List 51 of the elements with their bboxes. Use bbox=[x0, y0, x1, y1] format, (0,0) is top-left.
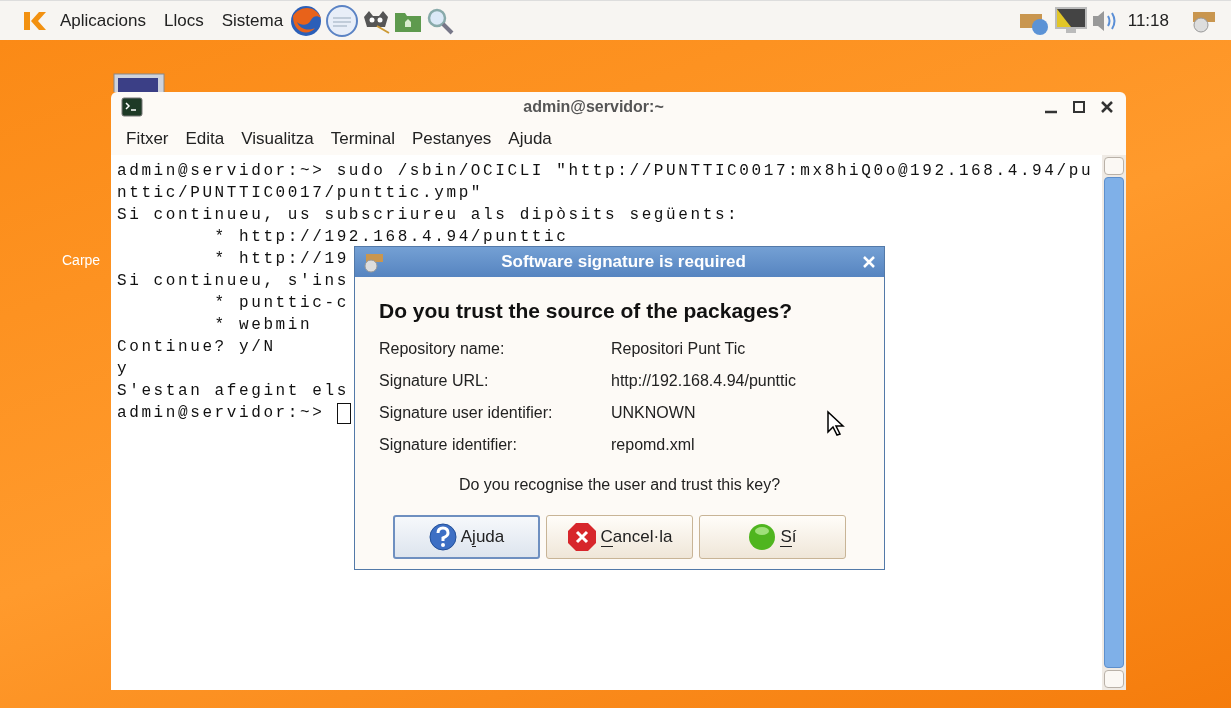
package-disc-icon bbox=[363, 251, 385, 273]
window-title: admin@servidor:~ bbox=[522, 97, 665, 117]
dialog-button[interactable]: Cancel·la bbox=[546, 514, 693, 559]
field-label: Signature identifier: bbox=[379, 434, 517, 455]
field-value: repomd.xml bbox=[611, 434, 695, 455]
terminal-line: admin@servidor:~> bbox=[117, 403, 326, 424]
terminal-line: * http://19 bbox=[213, 249, 349, 270]
menu-item[interactable]: Fitxer bbox=[126, 125, 169, 152]
field-value: http://192.168.4.94/punttic bbox=[611, 370, 797, 391]
k-logo-icon[interactable] bbox=[22, 9, 48, 32]
scrollbar[interactable] bbox=[1102, 155, 1126, 690]
maximize-icon[interactable] bbox=[1072, 100, 1086, 114]
field-value: Repositori Punt Tic bbox=[611, 338, 746, 359]
field-label: Signature URL: bbox=[379, 370, 489, 391]
dialog-button[interactable]: Sí bbox=[699, 514, 846, 559]
menu-item[interactable]: Ajuda bbox=[508, 125, 552, 152]
mouse-pointer-icon bbox=[826, 410, 846, 438]
menu-item[interactable]: Visualitza bbox=[241, 125, 314, 152]
question-icon bbox=[428, 522, 457, 551]
clock[interactable]: 11:18 bbox=[1127, 7, 1169, 34]
panel-menu[interactable]: Aplicacions bbox=[60, 7, 146, 34]
terminal-line: Continue? y/N bbox=[117, 337, 276, 358]
monitor-icon[interactable] bbox=[1053, 5, 1088, 36]
field-label: Signature user identifier: bbox=[379, 402, 553, 423]
close-icon[interactable] bbox=[1100, 100, 1114, 114]
monitor-icon[interactable] bbox=[113, 73, 165, 92]
ball-icon bbox=[748, 522, 777, 551]
terminal-line: S'estan afegint els bbox=[117, 381, 349, 402]
dialog-question: Do you recognise the user and trust this key? bbox=[457, 474, 782, 495]
dialog-heading: Do you trust the source of the packages? bbox=[379, 298, 794, 324]
terminal-icon bbox=[121, 97, 143, 117]
field-label: Repository name: bbox=[379, 338, 505, 359]
terminal-line: * punttic-c bbox=[213, 293, 349, 314]
panel-menu[interactable]: Sistema bbox=[221, 7, 284, 34]
field-value: UNKNOWN bbox=[611, 402, 696, 423]
terminal-line: * webmin bbox=[213, 315, 313, 336]
terminal-line: Si continueu, s'ins bbox=[117, 271, 349, 292]
dialog-title: Software signature is required bbox=[500, 251, 747, 274]
stop-icon bbox=[566, 521, 597, 552]
terminal-line: nttic/PUNTTIC0017/punttic.ymp" bbox=[117, 183, 484, 204]
panel-menu[interactable]: Llocs bbox=[164, 7, 204, 34]
terminal-line: y bbox=[117, 359, 130, 380]
menu-item[interactable]: Pestanyes bbox=[411, 125, 492, 152]
terminal-line: * http://192.168.4.94/punttic bbox=[213, 227, 569, 248]
globe-icon[interactable] bbox=[289, 3, 324, 38]
terminal-line: Si continueu, us subscriureu als dipòsits següents: bbox=[117, 205, 740, 226]
dialog-button[interactable]: Ajuda bbox=[393, 514, 540, 559]
mail-icon[interactable] bbox=[325, 3, 360, 38]
terminal-line: admin@servidor:~> sudo /sbin/OCICLI "http://PUNTTIC0017:mx8hiQ0o@192.168.4.94/pu bbox=[117, 161, 1094, 182]
menu-item[interactable]: Terminal bbox=[330, 125, 395, 152]
menu-item[interactable]: Edita bbox=[185, 125, 225, 152]
